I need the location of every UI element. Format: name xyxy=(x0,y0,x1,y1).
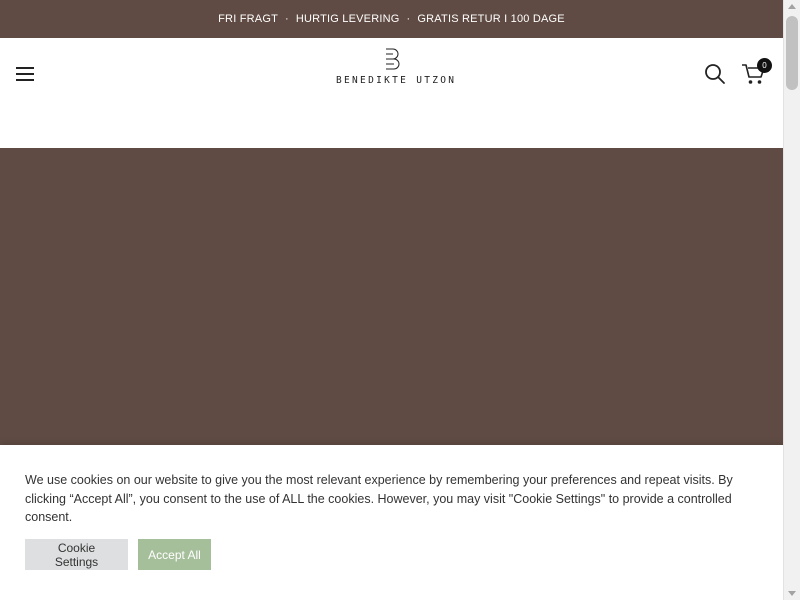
accept-all-button[interactable]: Accept All xyxy=(138,539,211,570)
announcement-item: FRI FRAGT xyxy=(218,13,278,25)
hero-banner xyxy=(0,148,783,445)
logo-mark-icon xyxy=(386,48,400,70)
announcement-separator: · xyxy=(406,13,411,25)
announcement-item: HURTIG LEVERING xyxy=(295,13,400,25)
cookie-settings-button[interactable]: Cookie Settings xyxy=(25,539,128,570)
announcement-item: GRATIS RETUR I 100 DAGE xyxy=(417,13,565,25)
brand-logo[interactable]: BENEDIKTE UTZON xyxy=(336,48,457,94)
cookie-message: We use cookies on our website to give yo… xyxy=(25,473,733,524)
page: FRI FRAGT · HURTIG LEVERING · GRATIS RET… xyxy=(0,0,783,600)
scroll-down-arrow-icon[interactable] xyxy=(788,591,796,596)
cart-count-badge: 0 xyxy=(757,58,772,73)
menu-icon[interactable] xyxy=(16,66,34,82)
page-scrollbar[interactable] xyxy=(783,0,800,600)
cookie-banner: We use cookies on our website to give yo… xyxy=(0,445,783,600)
brand-name: BENEDIKTE UTZON xyxy=(336,75,457,86)
announcement-bar: FRI FRAGT · HURTIG LEVERING · GRATIS RET… xyxy=(0,0,783,38)
announcement-separator: · xyxy=(285,13,289,25)
site-header: BENEDIKTE UTZON xyxy=(0,38,783,148)
search-icon[interactable] xyxy=(704,63,726,85)
scroll-up-arrow-icon[interactable] xyxy=(788,4,796,9)
scrollbar-thumb[interactable] xyxy=(786,16,798,90)
